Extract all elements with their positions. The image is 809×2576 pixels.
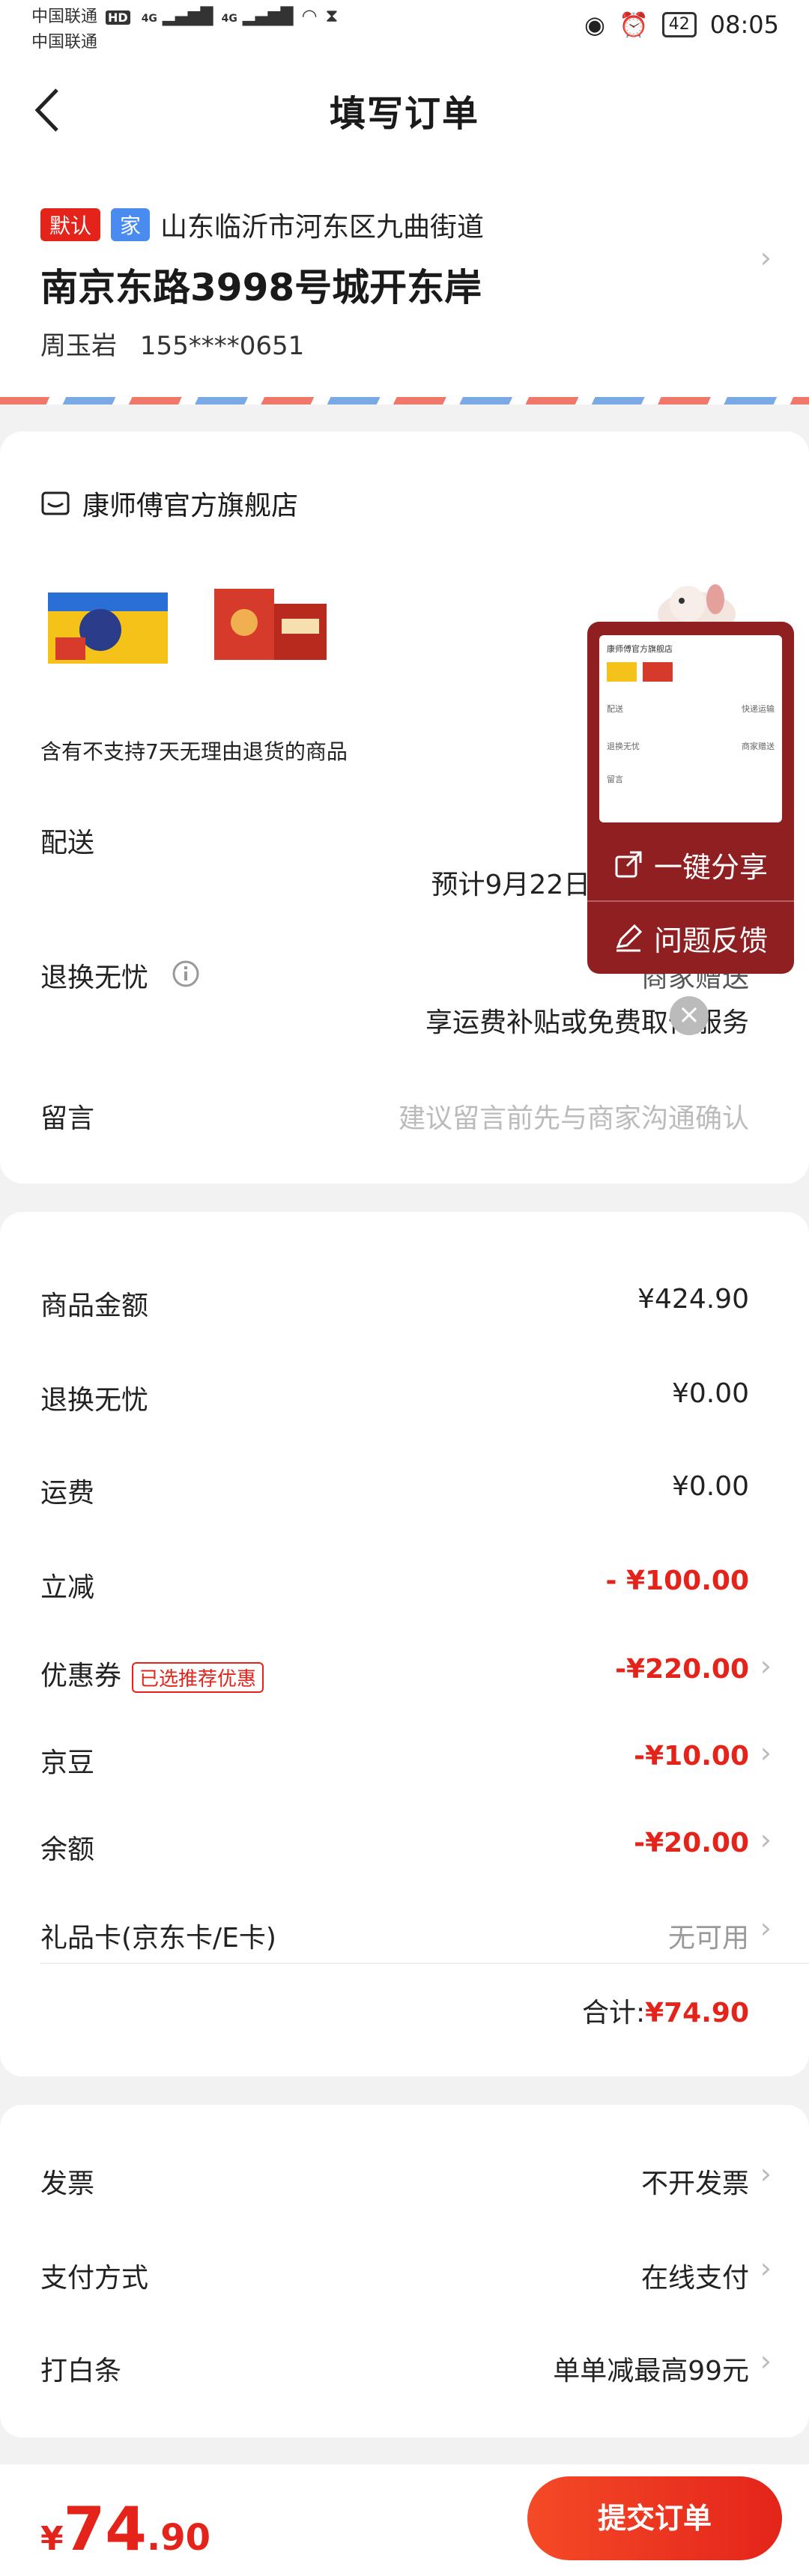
delivery-label: 配送 (40, 828, 95, 858)
nav-bar: 填写订单 (0, 54, 809, 166)
baitiao-label: 打白条 (40, 2356, 122, 2386)
summary-label-goods: 商品金额 (40, 1291, 149, 1321)
carrier-name-2: 中国联通 (31, 33, 98, 52)
address-region: 山东临沂市河东区九曲街道 (160, 212, 485, 243)
info-icon[interactable] (171, 959, 201, 989)
chevron-right-icon: › (760, 241, 772, 274)
thumb-row2-value: 商家赠送 (742, 742, 775, 751)
summary-value-balance[interactable]: -¥20.00 (634, 1828, 749, 1858)
summary-value-shipping: ¥0.00 (671, 1471, 749, 1502)
summary-label-return: 退换无忧 (40, 1385, 149, 1416)
summary-value-return: ¥0.00 (671, 1378, 749, 1409)
close-popup-button[interactable]: × (670, 996, 709, 1035)
total-value: ¥74.90 (645, 1998, 749, 2028)
network-4g-2: 4G (221, 13, 237, 25)
default-tag: 默认 (40, 208, 101, 241)
invoice-label: 发票 (40, 2169, 95, 2199)
hd-badge: HD (106, 10, 130, 25)
price-decimal: .90 (146, 2517, 210, 2559)
thumb-row3-label: 留言 (607, 775, 623, 784)
thumb-row1-label: 配送 (607, 704, 623, 714)
total-row: 合计:¥74.90 (582, 1991, 749, 2030)
total-label: 合计: (581, 1998, 646, 2028)
address-card[interactable]: 默认 家 山东临沂市河东区九曲街道 南京东路3998号城开东岸 周玉岩 155*… (0, 166, 809, 404)
summary-value-jingdou[interactable]: -¥10.00 (634, 1741, 749, 1772)
network-4g-1: 4G (141, 13, 157, 25)
summary-value-coupon[interactable]: -¥220.00 (615, 1654, 749, 1685)
price-summary-card: 商品金额 ¥424.90 退换无忧 ¥0.00 运费 ¥0.00 立减 - ¥1… (0, 1212, 809, 2076)
summary-value-giftcard[interactable]: 无可用 (668, 1916, 749, 1955)
coupon-row[interactable]: 优惠券 已选推荐优惠 (40, 1654, 264, 1693)
envelope-stripe (0, 397, 809, 404)
return-policy-note: 含有不支持7天无理由退货的商品 (40, 739, 348, 764)
bottom-total: ¥74.90 (40, 2494, 210, 2564)
summary-value-goods: ¥424.90 (637, 1284, 749, 1315)
return-guarantee-label: 退换无忧 (40, 963, 149, 993)
eye-icon: ◉ (584, 10, 605, 39)
hourglass-icon: ⧗ (325, 5, 339, 26)
currency-symbol: ¥ (40, 2520, 64, 2558)
summary-label-shipping: 运费 (40, 1478, 95, 1509)
shop-name: 康师傅官方旗舰店 (82, 491, 299, 521)
recipient-phone: 155****0651 (139, 331, 305, 361)
shop-link[interactable]: 康师傅官方旗舰店 (40, 484, 298, 523)
summary-label-jingdou: 京豆 (40, 1748, 95, 1778)
wifi-icon: ◠ (301, 5, 318, 26)
price-integer: 74 (63, 2494, 147, 2564)
recipient-name: 周玉岩 (40, 331, 117, 361)
payment-label: 支付方式 (40, 2263, 149, 2294)
chevron-right-icon: › (760, 1912, 772, 1945)
alarm-icon: ⏰ (618, 10, 649, 39)
carrier-name: 中国联通 (31, 7, 98, 26)
bottom-bar: ¥74.90 提交订单 (0, 2464, 809, 2576)
thumb-row1-value: 快递运输 (742, 704, 775, 714)
address-street: 南京东路3998号城开东岸 (40, 266, 482, 309)
thumb-product-2 (643, 662, 673, 682)
summary-divider (40, 1963, 809, 1964)
close-icon: × (677, 999, 701, 1030)
edit-icon (616, 924, 643, 952)
share-feedback-popup: 康师傅官方旗舰店 配送 快递运输 退换无忧 商家赠送 留言 一键分享 问题反馈 (587, 622, 794, 974)
status-bar: 中国联通 HD 4G ▂▄▆█ 4G ▂▄▆█ ◠ ⧗ 中国联通 ◉ ⏰ 42 … (0, 0, 809, 54)
share-button[interactable]: 一键分享 (587, 828, 794, 900)
chevron-right-icon: › (760, 2345, 772, 2378)
baitiao-value[interactable]: 单单减最高99元 (553, 2349, 749, 2388)
chevron-right-icon: › (760, 1649, 772, 1682)
page-title: 填写订单 (329, 93, 479, 135)
summary-label-balance: 余额 (40, 1834, 95, 1865)
message-label: 留言 (40, 1103, 95, 1134)
shop-icon (41, 491, 70, 515)
summary-label-giftcard: 礼品卡(京东卡/E卡) (40, 1923, 276, 1954)
thumb-product-1 (607, 662, 637, 682)
share-label: 一键分享 (653, 850, 768, 884)
chevron-right-icon: › (760, 1736, 772, 1769)
signal-icon: ▂▄▆█ (162, 7, 213, 26)
chevron-right-icon: › (760, 1823, 772, 1856)
summary-value-discount: - ¥100.00 (605, 1566, 749, 1596)
feedback-button[interactable]: 问题反馈 (587, 902, 794, 974)
product-image-2[interactable] (199, 581, 334, 671)
chevron-right-icon: › (760, 2252, 772, 2285)
options-card: 发票 不开发票 › 支付方式 在线支付 › 打白条 单单减最高99元 › (0, 2105, 809, 2437)
signal-icon-2: ▂▄▆█ (242, 7, 294, 26)
summary-label-discount: 立减 (40, 1572, 95, 1603)
page-thumbnail: 康师傅官方旗舰店 配送 快递运输 退换无忧 商家赠送 留言 (599, 635, 782, 822)
coupon-badge: 已选推荐优惠 (132, 1661, 264, 1693)
submit-order-button[interactable]: 提交订单 (527, 2476, 782, 2560)
battery-icon: 42 (661, 12, 697, 37)
feedback-label: 问题反馈 (653, 924, 768, 957)
invoice-value[interactable]: 不开发票 (641, 2162, 749, 2201)
chevron-right-icon: › (760, 2157, 772, 2190)
thumb-shop-name: 康师傅官方旗舰店 (607, 644, 673, 654)
home-tag: 家 (111, 208, 151, 241)
payment-value[interactable]: 在线支付 (641, 2256, 749, 2295)
summary-label-coupon: 优惠券 (40, 1661, 122, 1691)
share-icon (615, 851, 642, 878)
thumb-row2-label: 退换无忧 (607, 742, 640, 751)
message-input[interactable]: 建议留言前先与商家沟通确认 (399, 1097, 749, 1136)
clock: 08:05 (709, 10, 779, 39)
product-image-1[interactable] (40, 581, 175, 671)
